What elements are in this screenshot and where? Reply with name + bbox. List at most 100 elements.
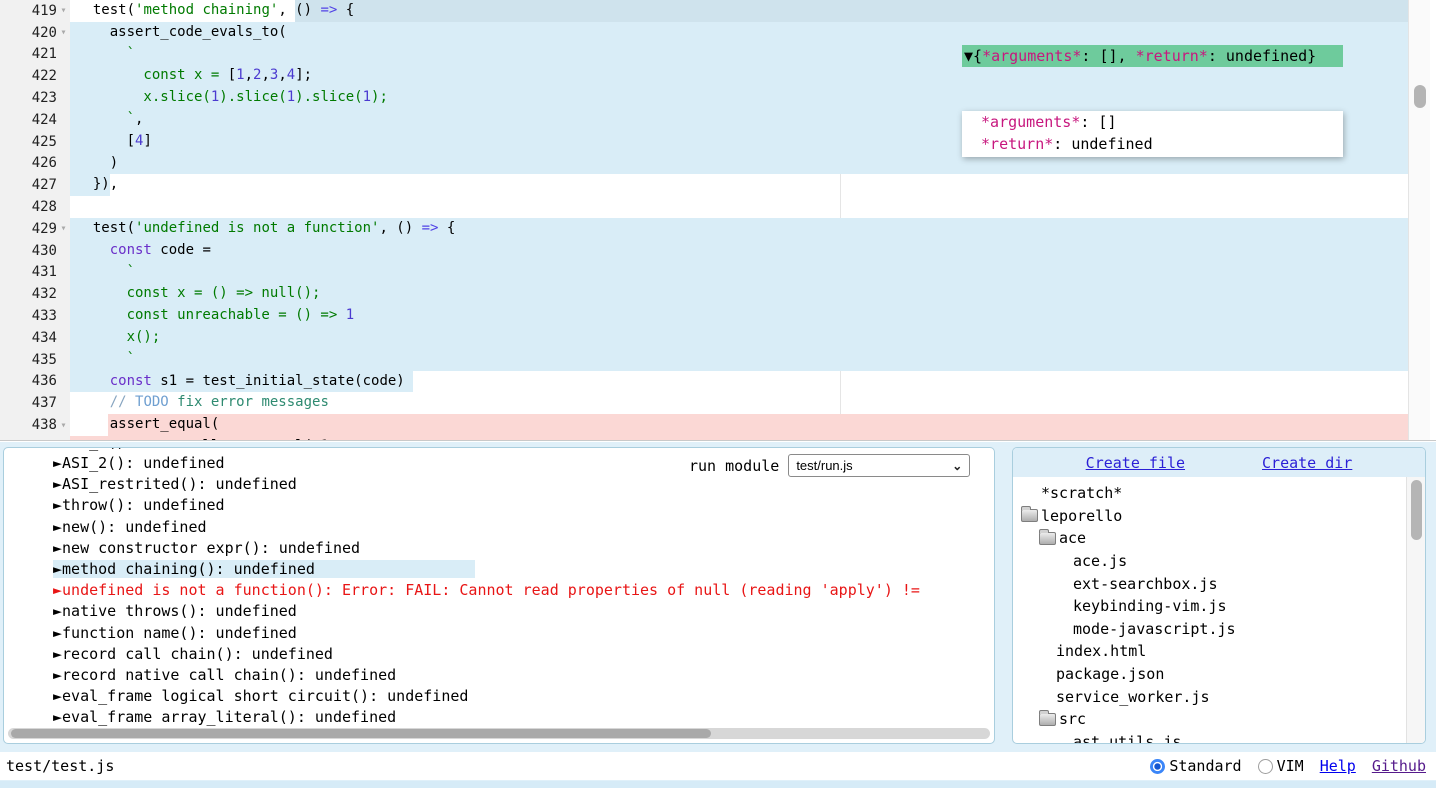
code-line-437[interactable]: // TODO fix error messages [70,392,1408,414]
eval-results-list: ►ASI_1(): undefined►ASI_2(): undefined►A… [4,447,994,728]
value-tooltip-header[interactable]: ▼{*arguments*: [], *return*: undefined} [962,45,1343,67]
result-item[interactable]: ►eval_frame logical short circuit(): und… [53,686,994,707]
tooltip-row[interactable]: *arguments*: [] [972,111,1339,133]
file-tree-scrollbar-thumb[interactable] [1411,480,1422,540]
result-item[interactable]: ►native throws(): undefined [53,601,994,622]
radio-unselected-icon[interactable] [1258,759,1273,774]
run-module-control: run module test/run.js ⌄ [689,454,970,477]
results-horizontal-scrollbar[interactable] [8,728,990,739]
code-token: ` [76,264,135,280]
tree-item-keybinding-vim-js[interactable]: keybinding-vim.js [1013,595,1425,618]
result-item[interactable]: ►ASI_restrited(): undefined [53,474,994,495]
result-item-text: ►record native call chain(): undefined [53,666,396,684]
tree-item-ext-searchbox-js[interactable]: ext-searchbox.js [1013,572,1425,595]
tooltip-row[interactable]: *return*: undefined [972,133,1339,155]
keybinding-standard-option[interactable]: Standard [1150,757,1241,775]
code-line-439[interactable]: assert_calltree_equal(s1, [70,436,1408,441]
editor-scrollbar-thumb[interactable] [1414,85,1426,108]
line-number: 427 [32,177,57,193]
gutter-line-422: 422 [0,65,70,87]
code-line-text: const code = [70,240,1408,262]
result-item[interactable]: ►function name(): undefined [53,623,994,644]
tree-item-ace-js[interactable]: ace.js [1013,550,1425,573]
tree-item-index-html[interactable]: index.html [1013,640,1425,663]
code-token: , [278,67,286,83]
help-link[interactable]: Help [1320,757,1356,775]
result-item[interactable]: ►record call chain(): undefined [53,644,994,665]
code-token: 1 [236,67,244,83]
code-line-430[interactable]: const code = [70,240,1408,262]
code-token: 1 [363,89,371,105]
file-panel-header: Create file Create dir [1013,448,1425,477]
fold-toggle-icon[interactable]: ▾ [57,27,70,38]
result-item[interactable]: ►throw(): undefined [53,495,994,516]
tree-item-ast-utils-js[interactable]: ast_utils.js [1013,731,1425,744]
result-item[interactable]: ►undefined is not a function(): Error: F… [53,580,994,601]
run-module-select[interactable]: test/run.js ⌄ [788,454,970,477]
code-line-438[interactable]: assert_equal( [70,414,1408,436]
code-token: const [110,242,152,258]
line-number: 421 [32,46,57,62]
create-dir-link[interactable]: Create dir [1262,454,1352,472]
gutter-line-426: 426 [0,153,70,175]
tree-item-leporello[interactable]: leporello [1013,505,1425,528]
code-line-text: test('undefined is not a function', () =… [70,218,1408,240]
file-panel: Create file Create dir *scratch*leporell… [1012,447,1426,744]
code-line-435[interactable]: ` [70,349,1408,371]
tree-item-package-json[interactable]: package.json [1013,663,1425,686]
code-line-text: ` [70,262,1408,284]
editor-vertical-scrollbar[interactable] [1408,0,1430,441]
tree-item-label: service_worker.js [1056,688,1210,706]
gutter-line-430: 430 [0,240,70,262]
result-item[interactable]: ►method chaining(): undefined [53,559,994,580]
results-scrollbar-thumb[interactable] [11,729,711,738]
keybinding-vim-label: VIM [1277,757,1304,775]
code-token: , [245,67,253,83]
code-line-432[interactable]: const x = () => null(); [70,283,1408,305]
keybinding-vim-option[interactable]: VIM [1258,757,1304,775]
radio-selected-icon[interactable] [1150,759,1165,774]
line-number: 438 [32,417,57,433]
code-line-433[interactable]: const unreachable = () => 1 [70,305,1408,327]
gutter-line-419: 419▾ [0,0,70,22]
bottom-area: ►ASI_1(): undefined►ASI_2(): undefined►A… [0,442,1436,788]
tree-item--scratch-[interactable]: *scratch* [1013,482,1425,505]
code-token: s1 = test_initial_state(code) [152,373,405,389]
fold-toggle-icon[interactable]: ▾ [57,5,70,16]
code-line-436[interactable]: const s1 = test_initial_state(code) [70,371,1408,393]
gutter-line-431: 431 [0,262,70,284]
create-file-link[interactable]: Create file [1086,454,1185,472]
tree-item-label: package.json [1056,665,1164,683]
result-item[interactable]: ►new(): undefined [53,517,994,538]
tree-item-mode-javascript-js[interactable]: mode-javascript.js [1013,618,1425,641]
code-editor[interactable]: test('method chaining', () => { assert_c… [0,0,1436,441]
result-item[interactable]: ►record native call chain(): undefined [53,665,994,686]
result-item[interactable]: ►eval_frame array_literal(): undefined [53,707,994,728]
result-item[interactable]: ►new constructor expr(): undefined [53,538,994,559]
gutter-line-429: 429▾ [0,218,70,240]
fold-toggle-icon[interactable]: ▾ [57,223,70,234]
gutter-line-436: 436 [0,371,70,393]
code-line-text: // TODO fix error messages [70,392,1408,414]
code-line-431[interactable]: ` [70,262,1408,284]
code-token: , [135,111,143,127]
fold-toggle-icon[interactable]: ▾ [57,420,70,431]
code-token: : [], [1081,47,1135,65]
code-token: test( [76,220,135,236]
current-file-path: test/test.js [0,757,114,775]
run-module-label: run module [689,457,779,475]
line-number: 424 [32,112,57,128]
result-item-text: ►eval_frame logical short circuit(): und… [53,687,468,705]
tree-item-ace[interactable]: ace [1013,527,1425,550]
github-link[interactable]: Github [1372,757,1426,775]
code-line-434[interactable]: x(); [70,327,1408,349]
tree-item-src[interactable]: src [1013,708,1425,731]
result-item-text: ►record call chain(): undefined [53,645,333,663]
code-line-text: const s1 = test_initial_state(code) [70,371,1408,393]
code-line-429[interactable]: test('undefined is not a function', () =… [70,218,1408,240]
gutter-line-423: 423 [0,87,70,109]
code-token: [ [228,67,236,83]
tree-item-service-worker-js[interactable]: service_worker.js [1013,685,1425,708]
file-tree-scrollbar[interactable] [1406,477,1425,743]
code-token: 'undefined is not a function' [135,220,379,236]
